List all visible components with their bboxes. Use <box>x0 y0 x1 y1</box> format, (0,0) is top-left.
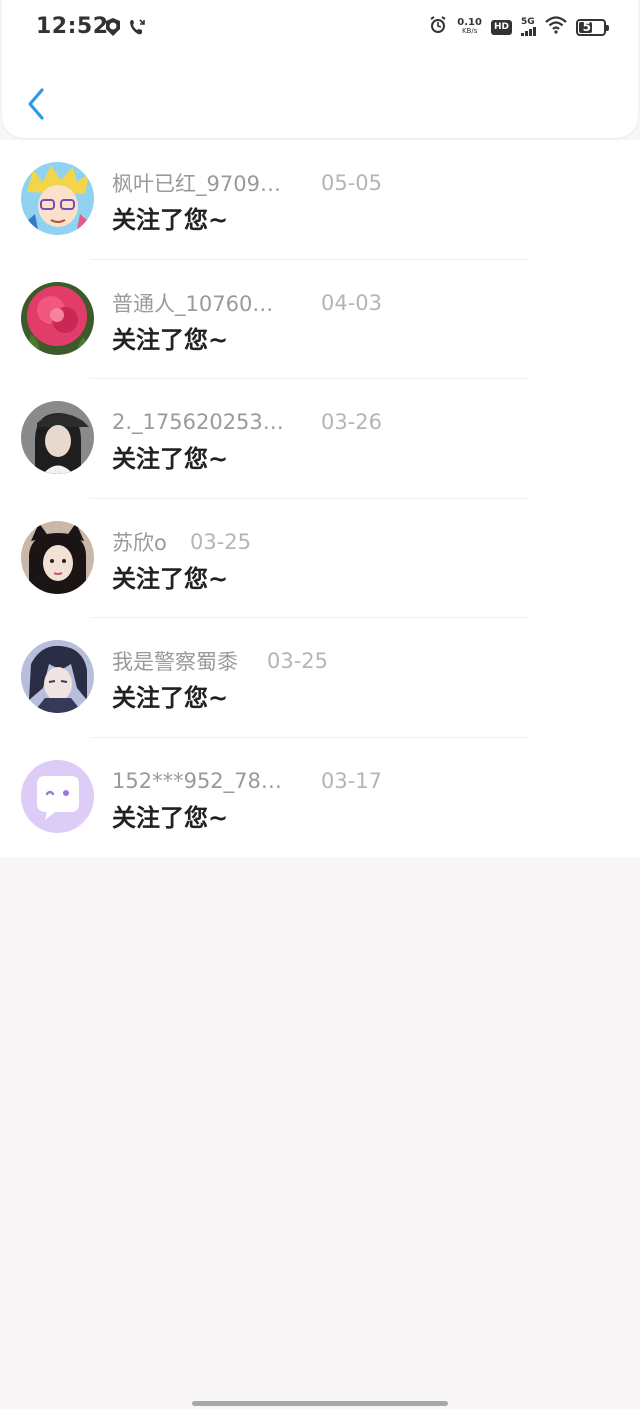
status-left-icons <box>103 17 147 41</box>
battery-icon: 55 <box>576 18 609 36</box>
follower-row[interactable]: 我是警察蜀黍 03-25 关注了您~ <box>0 618 640 738</box>
status-time: 12:52 <box>36 14 109 39</box>
follow-date: 04-03 <box>321 290 383 315</box>
network-speed-value: 0.10 <box>457 17 482 28</box>
follow-date: 03-26 <box>321 410 383 434</box>
follower-nickname[interactable]: 我是警察蜀黍 <box>112 646 267 676</box>
follow-date: 05-05 <box>321 171 383 195</box>
girl-cat-ears-avatar <box>21 520 94 594</box>
follower-row[interactable]: 苏欣o 03-25 关注了您~ <box>0 499 640 618</box>
girl-with-cap-avatar <box>21 401 94 474</box>
follow-message: 关注了您~ <box>112 206 229 234</box>
follow-message: 关注了您~ <box>112 325 229 354</box>
avatar[interactable] <box>21 281 94 355</box>
network-speed: 0.10 KB/s <box>457 18 482 36</box>
follower-nickname[interactable]: 2._175620253… <box>112 410 321 434</box>
follow-message: 关注了您~ <box>112 803 229 832</box>
wifi-icon <box>545 16 567 38</box>
name-line: 苏欣o 03-25 <box>112 527 251 557</box>
name-line: 2._175620253… 03-26 <box>112 407 382 437</box>
follower-nickname[interactable]: 152***952_78… <box>112 769 321 793</box>
follow-date: 03-25 <box>190 529 252 554</box>
back-button[interactable] <box>22 84 52 124</box>
pink-flower-avatar <box>21 281 94 355</box>
top-bar: 12:52 0.10 KB/s HD 5G 55 <box>2 0 638 138</box>
avatar[interactable] <box>21 520 94 594</box>
cellular-signal-icon: 5G <box>521 18 536 36</box>
avatar[interactable] <box>21 640 94 713</box>
name-line: 我是警察蜀黍 03-25 <box>112 646 328 676</box>
name-line: 枫叶已红_9709… 05-05 <box>112 168 382 198</box>
battery-level: 55 <box>582 20 600 34</box>
hd-voice-badge: HD <box>490 19 512 35</box>
alarm-icon <box>428 15 448 39</box>
follower-row[interactable]: 2._175620253… 03-26 关注了您~ <box>0 379 640 499</box>
network-speed-unit: KB/s <box>461 27 478 35</box>
follow-date: 03-17 <box>321 768 383 793</box>
follower-row[interactable]: 152***952_78… 03-17 关注了您~ <box>0 738 640 858</box>
follow-message: 关注了您~ <box>112 564 229 593</box>
follow-date: 03-25 <box>267 649 329 673</box>
followers-list: 枫叶已红_9709… 05-05 关注了您~ 普通人_10760… 04-03 … <box>0 140 640 857</box>
follower-row[interactable]: 枫叶已红_9709… 05-05 关注了您~ <box>0 140 640 260</box>
network-type-label: 5G <box>521 17 535 27</box>
follower-row[interactable]: 普通人_10760… 04-03 关注了您~ <box>0 260 640 379</box>
app-notification-icon <box>103 17 123 41</box>
avatar[interactable] <box>21 401 94 474</box>
anime-blond-boy-avatar <box>21 162 94 235</box>
followers-notification-screen: 12:52 0.10 KB/s HD 5G 55 枫叶已红_9709… 05-0… <box>0 0 640 1409</box>
name-line: 152***952_78… 03-17 <box>112 766 382 796</box>
status-right-icons: 0.10 KB/s HD 5G 55 <box>428 15 609 39</box>
chevron-left-icon <box>28 88 44 120</box>
default-chat-bubble-avatar <box>21 759 94 833</box>
follow-message: 关注了您~ <box>112 684 229 712</box>
follower-nickname[interactable]: 普通人_10760… <box>112 288 321 318</box>
follower-nickname[interactable]: 枫叶已红_9709… <box>112 168 321 198</box>
home-indicator[interactable] <box>192 1401 448 1406</box>
follow-message: 关注了您~ <box>112 445 229 473</box>
name-line: 普通人_10760… 04-03 <box>112 288 382 318</box>
avatar[interactable] <box>21 759 94 833</box>
missed-call-icon <box>127 17 147 41</box>
follower-nickname[interactable]: 苏欣o <box>112 527 190 557</box>
anime-dark-hair-avatar <box>21 640 94 713</box>
avatar[interactable] <box>21 162 94 235</box>
